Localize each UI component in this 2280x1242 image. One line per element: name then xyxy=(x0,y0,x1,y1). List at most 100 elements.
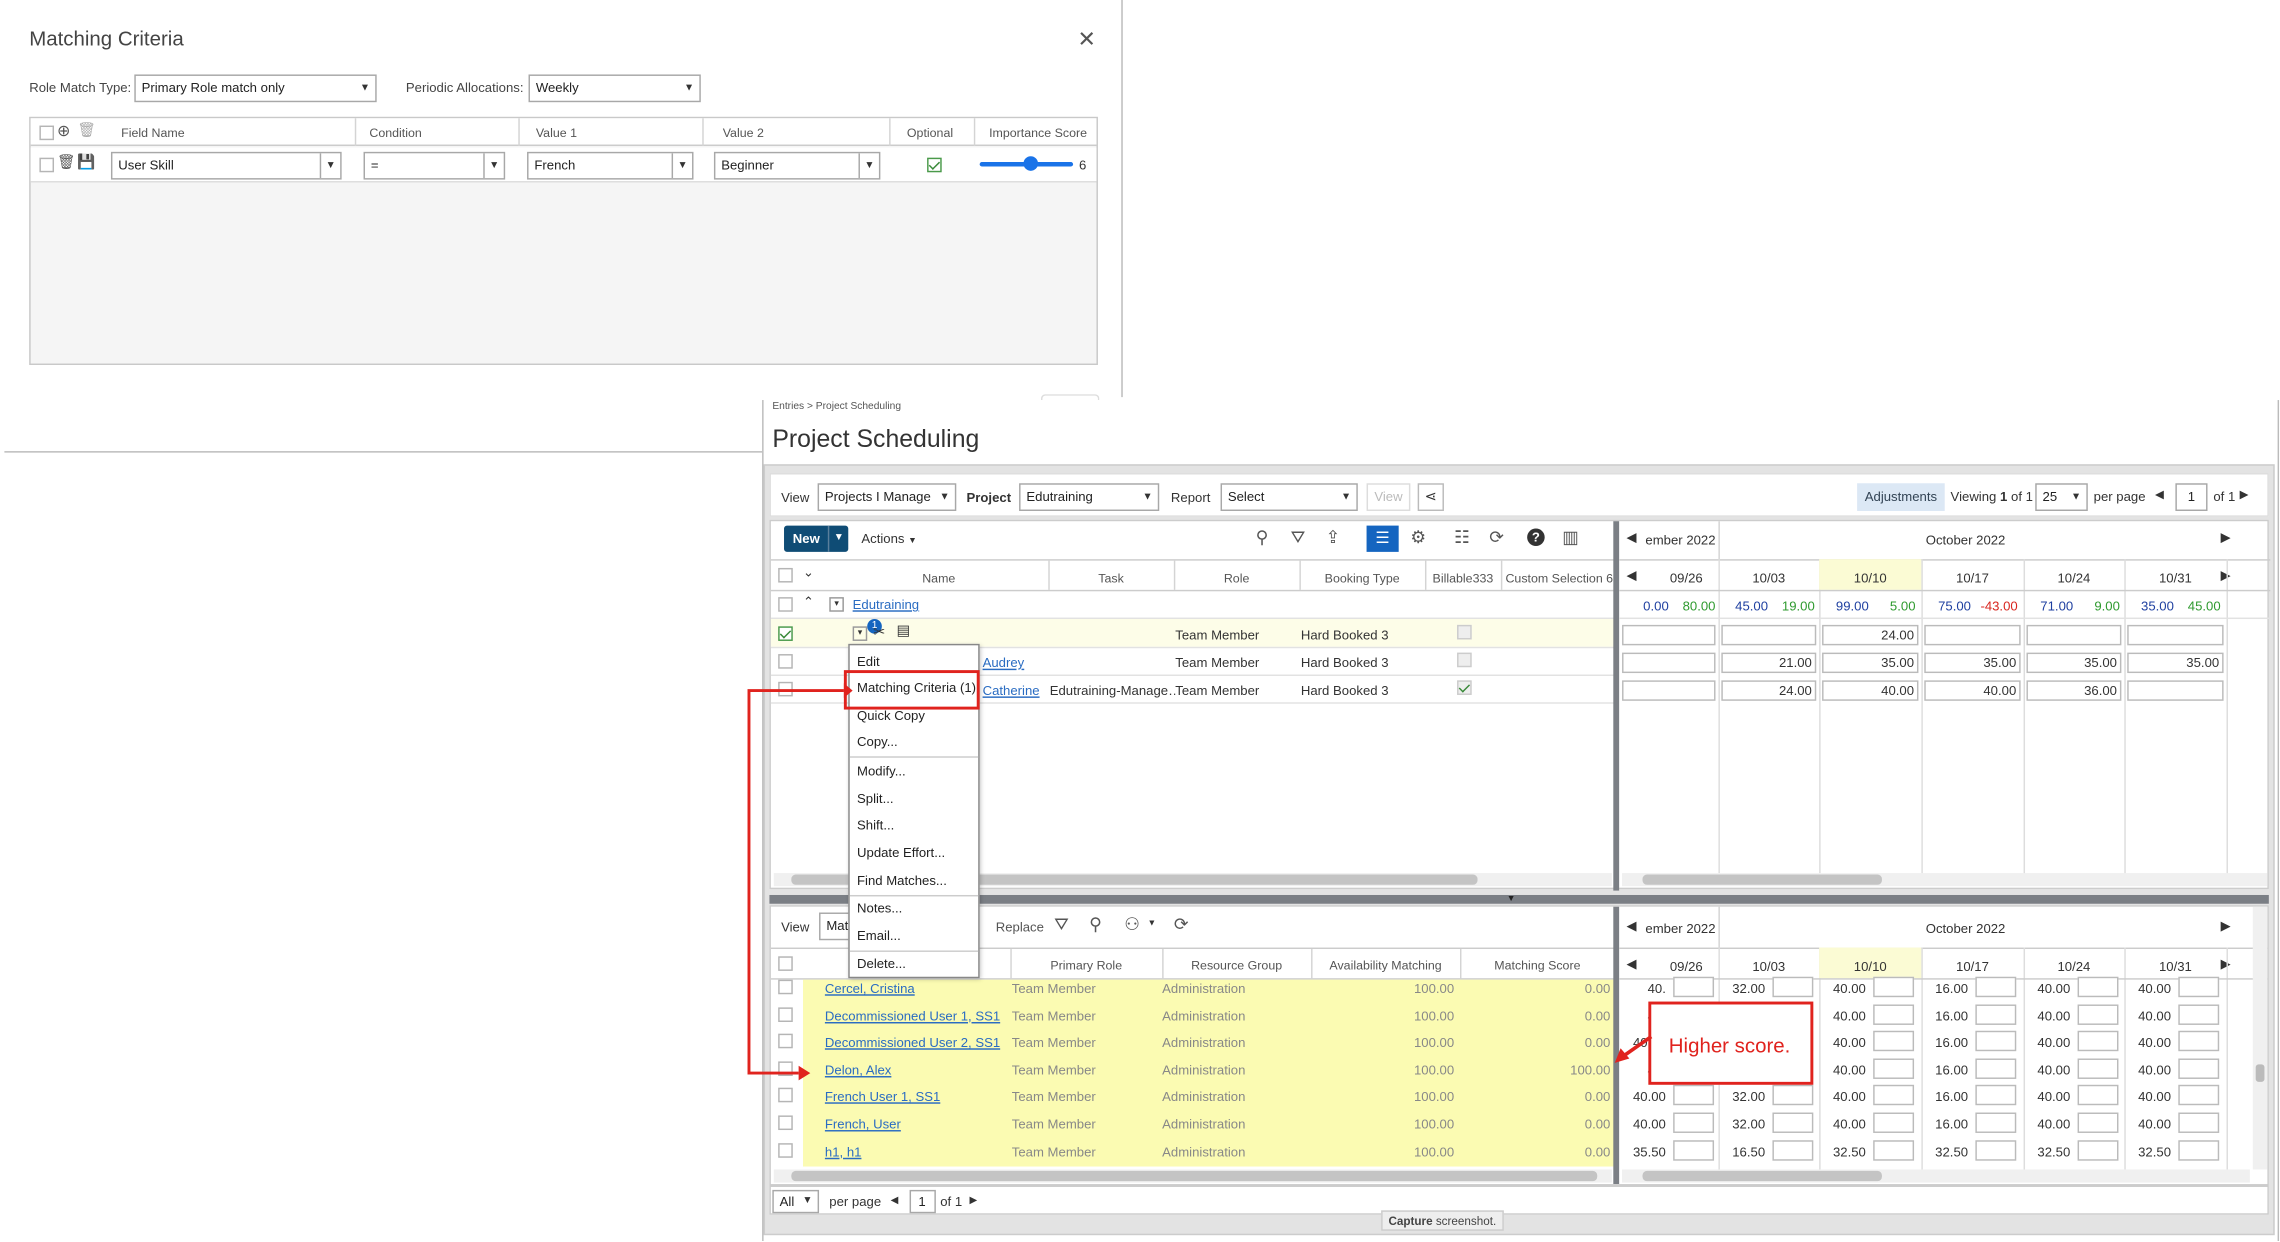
refresh-icon[interactable]: ⟳ xyxy=(1489,529,1504,547)
effort-cell[interactable] xyxy=(2178,1058,2220,1079)
prev-page-icon[interactable]: ◀ xyxy=(891,1194,899,1206)
effort-cell[interactable] xyxy=(1622,680,1716,701)
adjustments-button[interactable]: Adjustments xyxy=(1857,483,1945,511)
effort-cell[interactable] xyxy=(1975,1058,2017,1079)
value1-select[interactable]: French ▼ xyxy=(527,151,694,180)
new-button[interactable]: New ▼ xyxy=(784,525,849,552)
delete-icon[interactable]: 🗑 xyxy=(57,155,76,173)
effort-cell[interactable] xyxy=(2178,1003,2220,1025)
row-checkbox[interactable] xyxy=(778,1115,793,1131)
effort-cell[interactable] xyxy=(2077,1031,2119,1052)
week-date[interactable]: 10/31 xyxy=(2124,959,2226,974)
effort-cell[interactable] xyxy=(1873,1112,1915,1133)
replace-button[interactable]: Replace xyxy=(996,920,1044,935)
scroll-thumb[interactable] xyxy=(1642,874,1882,885)
effort-cell[interactable] xyxy=(1622,624,1716,646)
row-checkbox[interactable] xyxy=(39,157,55,173)
scroll-thumb[interactable] xyxy=(2255,1064,2265,1082)
effort-cell[interactable]: 36.00 xyxy=(2026,680,2122,701)
timeline-next-icon[interactable]: ▶ xyxy=(2221,530,2231,546)
row-menu-icon[interactable]: ▾ xyxy=(829,597,844,612)
export-icon[interactable]: ⇪ xyxy=(1326,529,1341,547)
effort-cell[interactable] xyxy=(2178,1085,2220,1106)
periodic-select[interactable]: Weekly ▼ xyxy=(528,74,701,103)
effort-cell[interactable] xyxy=(1721,624,1817,646)
optional-checkbox[interactable] xyxy=(927,157,942,173)
effort-cell[interactable] xyxy=(2077,1003,2119,1025)
week-date[interactable]: 10/31 xyxy=(2124,571,2226,586)
timeline-scrollbar[interactable] xyxy=(1622,873,2268,887)
effort-cell[interactable] xyxy=(2127,680,2224,701)
effort-cell[interactable] xyxy=(1975,976,2017,998)
effort-cell[interactable] xyxy=(1975,1112,2017,1133)
row-checkbox[interactable] xyxy=(778,1088,793,1103)
columns-icon[interactable]: ☷ xyxy=(1454,529,1470,547)
timeline-scrollbar[interactable] xyxy=(1622,1169,2250,1183)
effort-cell[interactable] xyxy=(1873,1003,1915,1025)
resource-name[interactable]: French User 1, SS1 xyxy=(825,1090,940,1105)
menu-split[interactable]: Split... xyxy=(857,791,894,806)
effort-cell[interactable]: 35.00 xyxy=(1924,652,2021,674)
effort-cell[interactable] xyxy=(1975,1031,2017,1052)
effort-cell[interactable] xyxy=(2127,624,2224,646)
menu-edit[interactable]: Edit xyxy=(857,654,880,669)
effort-cell[interactable]: 35.00 xyxy=(1822,652,1919,674)
effort-cell[interactable] xyxy=(1772,1112,1814,1133)
week-date[interactable]: 10/24 xyxy=(2024,959,2125,974)
condition-select[interactable]: = ▼ xyxy=(363,151,506,180)
effort-cell[interactable] xyxy=(2077,1058,2119,1079)
effort-cell[interactable]: 40.00 xyxy=(1924,680,2021,701)
list-view-icon[interactable]: ☰ xyxy=(1366,525,1399,552)
effort-cell[interactable] xyxy=(1622,652,1716,674)
save-icon[interactable]: 💾 xyxy=(77,155,95,173)
effort-cell[interactable] xyxy=(2026,624,2122,646)
tools-icon[interactable]: ✂ xyxy=(873,625,885,641)
row-checkbox[interactable] xyxy=(778,1142,793,1158)
effort-cell[interactable] xyxy=(1673,1112,1715,1133)
resource-name[interactable]: h1, h1 xyxy=(825,1144,862,1159)
expand-all-icon[interactable]: ⌄ xyxy=(803,565,814,581)
report-select[interactable]: Select ▼ xyxy=(1220,483,1358,511)
filter-icon[interactable]: ⛛ xyxy=(1054,915,1069,933)
effort-cell[interactable] xyxy=(2178,1139,2220,1161)
week-prev-icon[interactable]: ◀ xyxy=(1626,568,1636,584)
effort-cell[interactable] xyxy=(1873,976,1915,998)
horizontal-scrollbar[interactable] xyxy=(773,1169,1612,1183)
page-input[interactable]: 1 xyxy=(2175,483,2208,511)
menu-notes[interactable]: Notes... xyxy=(857,901,902,916)
share-icon[interactable]: ⋖ xyxy=(1417,483,1444,511)
effort-cell[interactable] xyxy=(1772,1085,1814,1106)
effort-cell[interactable] xyxy=(1873,1031,1915,1052)
filter-icon[interactable]: ⛛ xyxy=(1291,529,1306,547)
week-date[interactable]: 10/10 xyxy=(1819,959,1921,974)
collapse-icon[interactable]: ⌃ xyxy=(803,594,814,610)
row-menu-icon[interactable]: ▾ xyxy=(852,626,868,641)
effort-cell[interactable] xyxy=(1873,1139,1915,1161)
project-select[interactable]: Edutraining ▼ xyxy=(1019,483,1160,511)
next-page-icon[interactable]: ▶ xyxy=(969,1194,977,1206)
resource-name[interactable]: French, User xyxy=(825,1117,901,1132)
effort-cell[interactable] xyxy=(1975,1085,2017,1106)
effort-cell[interactable] xyxy=(1873,1085,1915,1106)
effort-cell[interactable]: 24.00 xyxy=(1822,624,1919,646)
row-checkbox[interactable] xyxy=(778,626,793,641)
role-match-select[interactable]: Primary Role match only ▼ xyxy=(134,74,377,103)
menu-shift[interactable]: Shift... xyxy=(857,818,894,833)
effort-cell[interactable] xyxy=(1924,624,2021,646)
view-select[interactable]: Projects I Manage ▼ xyxy=(817,483,957,511)
select-all-checkbox[interactable] xyxy=(778,567,793,583)
effort-cell[interactable] xyxy=(1873,1058,1915,1079)
per-page-select[interactable]: 25 ▼ xyxy=(2035,483,2088,511)
row3-name[interactable]: Catherine xyxy=(983,683,1040,698)
footer-filter-select[interactable]: All ▼ xyxy=(772,1189,820,1214)
effort-cell[interactable] xyxy=(2178,1112,2220,1133)
row-checkbox[interactable] xyxy=(778,654,793,669)
effort-cell[interactable] xyxy=(1975,1003,2017,1025)
project-link[interactable]: Edutraining xyxy=(853,597,919,612)
pane-splitter[interactable]: ▼ xyxy=(769,894,2269,904)
vertical-scrollbar[interactable] xyxy=(2252,906,2268,1170)
slider-handle[interactable] xyxy=(1023,156,1039,171)
view-button[interactable]: View xyxy=(1366,483,1411,511)
delete-icon[interactable]: 🗑 xyxy=(77,123,96,141)
timeline-prev-icon[interactable]: ◀ xyxy=(1626,530,1636,546)
